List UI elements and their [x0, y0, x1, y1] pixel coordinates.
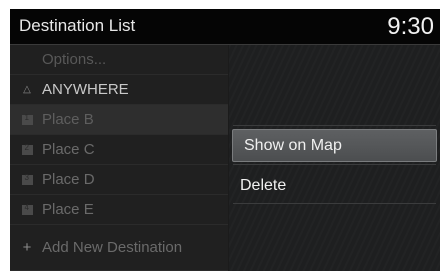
- context-menu: Show on Map Delete: [229, 45, 440, 271]
- anywhere-item[interactable]: △ ANYWHERE: [10, 75, 228, 105]
- place-label: Place E: [42, 201, 94, 218]
- flag-icon: 1: [20, 113, 34, 126]
- list-item-place-c[interactable]: 2 Place C: [10, 135, 228, 165]
- flag-icon: 2: [20, 143, 34, 156]
- menu-divider: [233, 125, 436, 126]
- list-item-place-e[interactable]: 4 Place E: [10, 195, 228, 225]
- anywhere-label: ANYWHERE: [42, 81, 129, 98]
- options-item[interactable]: Options...: [10, 45, 228, 75]
- page-title: Destination List: [19, 16, 136, 35]
- list-item-place-d[interactable]: 3 Place D: [10, 165, 228, 195]
- plus-icon: +: [22, 239, 32, 256]
- menu-divider: [233, 164, 436, 165]
- list-item-place-b[interactable]: 1 Place B: [10, 105, 228, 135]
- place-label: Place D: [42, 171, 95, 188]
- menu-divider: [233, 203, 436, 204]
- add-new-destination-item[interactable]: + Add New Destination: [10, 225, 228, 271]
- header-bar: Destination List 9:30: [10, 9, 440, 45]
- clock: 9:30: [387, 13, 434, 40]
- place-label: Place B: [42, 111, 94, 128]
- delete-button[interactable]: Delete: [229, 169, 440, 202]
- add-new-label: Add New Destination: [42, 239, 183, 256]
- flag-icon: 4: [20, 203, 34, 216]
- options-label: Options...: [42, 51, 107, 68]
- place-label: Place C: [42, 141, 95, 158]
- nav-screen: Destination List 9:30 Options... △ ANYWH…: [10, 9, 440, 271]
- triangle-warning-icon: △: [23, 84, 31, 95]
- destination-list: Options... △ ANYWHERE 1 Place B 2 Place …: [10, 45, 228, 271]
- flag-icon: 3: [20, 173, 34, 186]
- show-on-map-button[interactable]: Show on Map: [232, 129, 437, 162]
